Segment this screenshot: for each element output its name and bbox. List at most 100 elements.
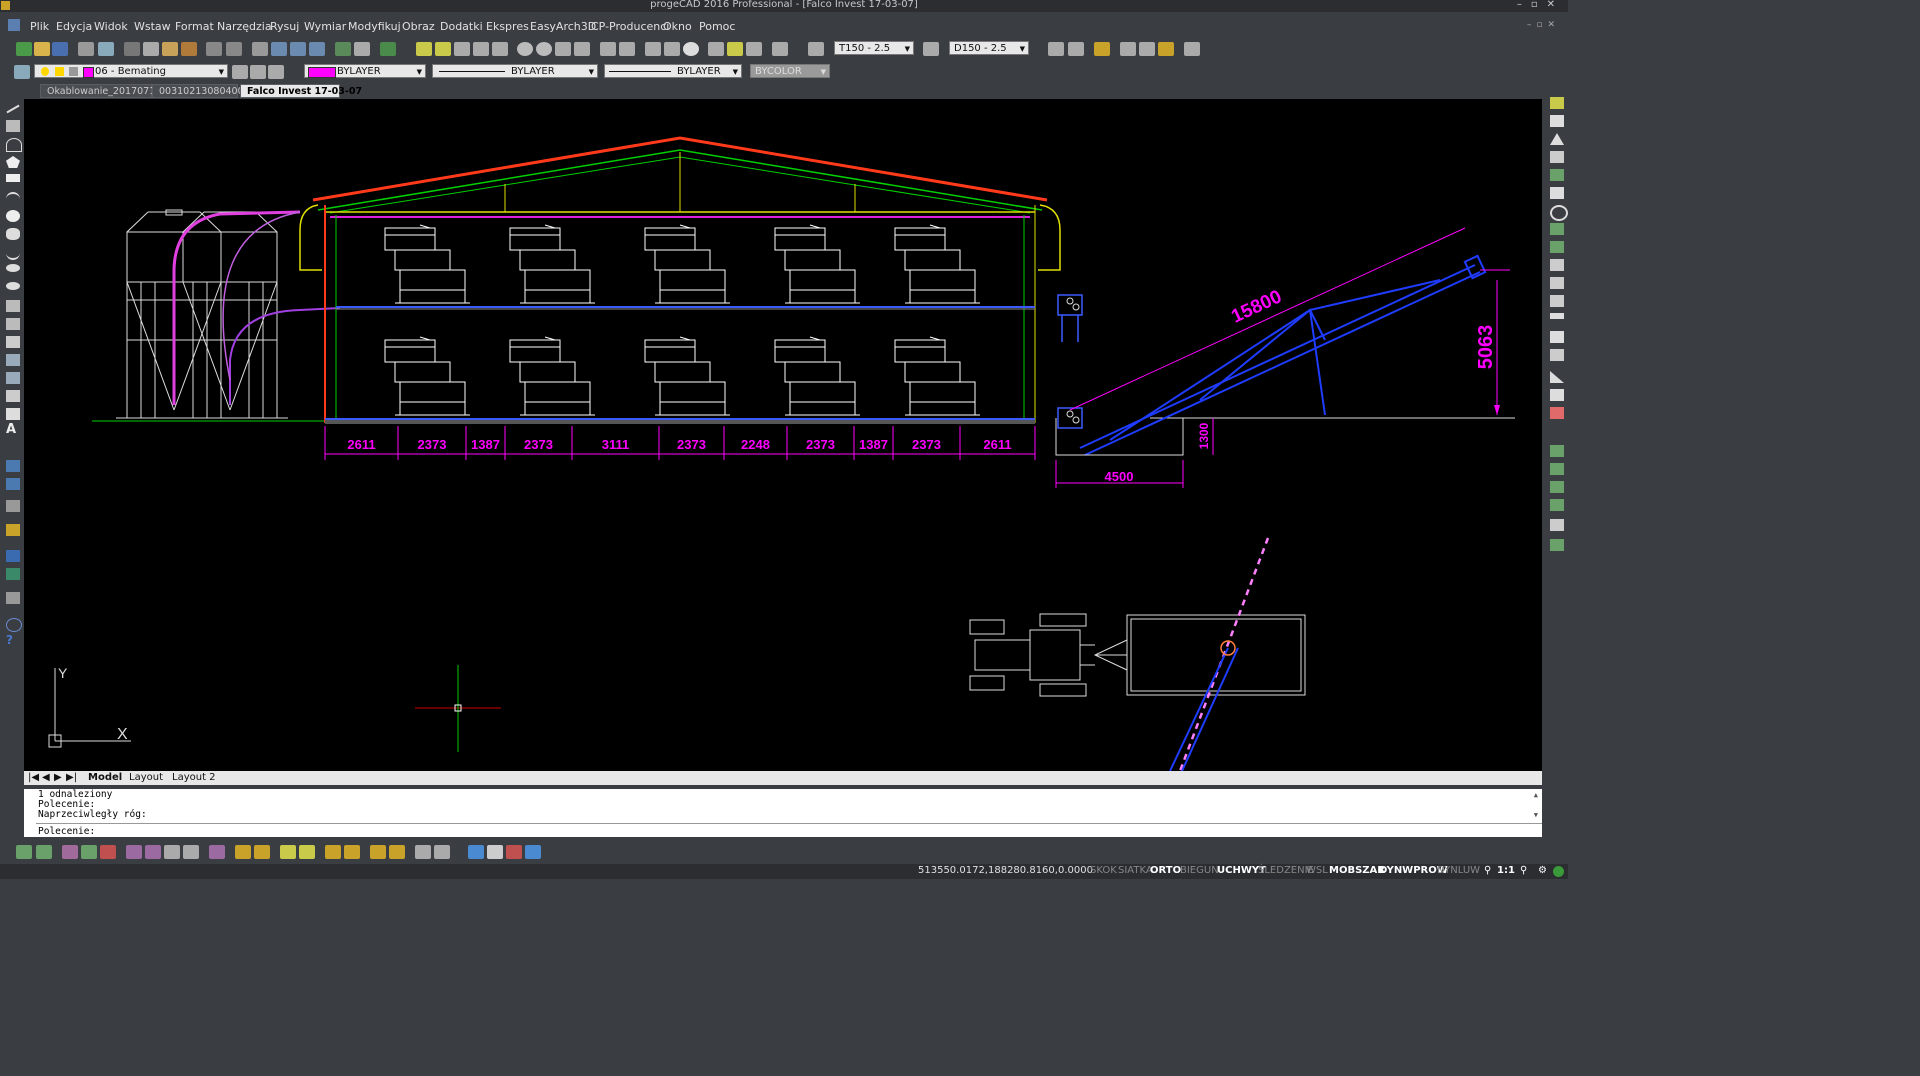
doc-tab-falco-invest[interactable]: Falco Invest 17-03-07 [240, 84, 362, 98]
menu-format[interactable]: Format [175, 20, 214, 33]
zoom-window-icon[interactable] [290, 42, 306, 56]
layer-tool-f-icon[interactable] [126, 845, 142, 859]
layer-properties-icon[interactable] [6, 460, 20, 472]
menu-plik[interactable]: Plik [30, 20, 49, 33]
arc-icon[interactable] [6, 138, 22, 152]
color-select[interactable]: BYLAYER ▼ [304, 64, 426, 78]
toggle-mobszar[interactable]: MOBSZAR [1329, 865, 1385, 876]
cut-icon[interactable] [124, 42, 140, 56]
hatch-icon[interactable] [6, 354, 20, 366]
dim-edit-icon[interactable] [708, 42, 724, 56]
polygon-icon[interactable] [6, 156, 20, 168]
toolpalette-icon[interactable] [6, 550, 20, 562]
layer-tool-b-icon[interactable] [36, 845, 52, 859]
scroll-up-icon[interactable]: ▲ [1534, 791, 1538, 799]
join-icon[interactable] [1550, 313, 1564, 319]
new-icon[interactable] [16, 42, 32, 56]
dim-jogged-icon[interactable] [574, 42, 590, 56]
dim-angular-icon[interactable] [536, 42, 552, 56]
layer-manager-icon[interactable] [14, 65, 30, 79]
tab-layout-2[interactable]: Layout 2 [172, 771, 216, 785]
ucs-icon[interactable] [6, 500, 20, 512]
tab-nav-last-icon[interactable]: ▶| [66, 771, 77, 785]
annotation-scale-icon[interactable]: ⚲ [1484, 865, 1491, 876]
mtext-icon[interactable]: A [6, 423, 20, 436]
layer-tool-q-icon[interactable] [370, 845, 386, 859]
layer-tool-p-icon[interactable] [344, 845, 360, 859]
chamfer-icon[interactable] [1550, 331, 1564, 343]
layer-tool-o-icon[interactable] [325, 845, 341, 859]
tab-model[interactable]: Model [88, 771, 122, 785]
pan-icon[interactable] [252, 42, 268, 56]
gradient-icon[interactable] [6, 372, 20, 384]
tab-nav-next-icon[interactable]: ▶ [54, 771, 62, 785]
zoom-realtime-icon[interactable] [271, 42, 287, 56]
layer-tool-h-icon[interactable] [164, 845, 180, 859]
table-icon[interactable] [6, 408, 20, 420]
dim-linear-icon[interactable] [435, 42, 451, 56]
erase-icon[interactable] [1550, 97, 1564, 109]
menu-wymiar[interactable]: Wymiar [304, 20, 346, 33]
paste-icon[interactable] [162, 42, 178, 56]
layer-states-icon[interactable] [268, 65, 284, 79]
break-icon[interactable] [1184, 42, 1200, 56]
dim-continue-icon[interactable] [619, 42, 635, 56]
help-question-icon[interactable]: ? [6, 634, 20, 646]
doc-tab-okablowanie[interactable]: Okablowanie_20170713 [40, 84, 161, 98]
layer-tool-g-icon[interactable] [145, 845, 161, 859]
dim-style-icon[interactable] [772, 42, 788, 56]
dim-radius-icon[interactable] [492, 42, 508, 56]
layer-tool-l-icon[interactable] [254, 845, 270, 859]
offset-icon[interactable] [1550, 151, 1564, 163]
dim-aligned-icon[interactable] [454, 42, 470, 56]
menu-wstaw[interactable]: Wstaw [134, 20, 171, 33]
redo-icon[interactable] [226, 42, 242, 56]
layer-iso-icon[interactable] [1550, 445, 1564, 457]
line-icon[interactable] [6, 104, 20, 114]
layer-tool-s-icon[interactable] [415, 845, 431, 859]
undo-icon[interactable] [206, 42, 222, 56]
linetype-select[interactable]: BYLAYER ▼ [432, 64, 598, 78]
dim-update-icon[interactable] [746, 42, 762, 56]
array-icon[interactable] [1550, 169, 1564, 181]
sun-icon[interactable] [55, 67, 64, 76]
ellipse-arc-icon[interactable] [6, 282, 20, 290]
menu-widok[interactable]: Widok [94, 20, 128, 33]
toggle-skok[interactable]: SKOK [1090, 865, 1117, 876]
annotation-visibility-icon[interactable]: ⚲ [1520, 865, 1527, 876]
menu-dodatki[interactable]: Dodatki [440, 20, 483, 33]
layer-previous-icon[interactable] [250, 65, 266, 79]
lineweight-select[interactable]: BYLAYER ▼ [604, 64, 742, 78]
menu-narzedzia[interactable]: Narzędzia [217, 20, 272, 33]
stretch-icon[interactable] [1550, 241, 1564, 253]
center-mark-icon[interactable] [683, 42, 699, 56]
arc-3pt-icon[interactable] [6, 192, 20, 206]
zoom-previous-icon[interactable] [309, 42, 325, 56]
lightbulb-icon[interactable] [41, 67, 49, 76]
print-icon[interactable] [78, 42, 94, 56]
sheet-set-icon[interactable] [6, 568, 20, 580]
layer-select[interactable]: 06 - Bemating ▼ [34, 64, 228, 78]
properties-icon[interactable] [335, 42, 351, 56]
layer-tool-i-icon[interactable] [183, 845, 199, 859]
layer-tool-e-icon[interactable] [100, 845, 116, 859]
dim-style-manager-icon[interactable] [923, 42, 939, 56]
layer-tool-d-icon[interactable] [81, 845, 97, 859]
dimstyle-select-1[interactable]: T150 - 2.5 ▼ [834, 41, 914, 55]
layer-freeze-icon[interactable] [1550, 481, 1564, 493]
raster-icon[interactable] [506, 845, 522, 859]
explode-block-icon[interactable] [1550, 407, 1564, 419]
polyline-icon[interactable] [6, 120, 20, 132]
rectangle-icon[interactable] [6, 174, 20, 182]
text-style-icon[interactable] [1158, 42, 1174, 56]
xref-icon[interactable] [1068, 42, 1084, 56]
menu-okno[interactable]: Okno [663, 20, 692, 33]
toggle-siatka[interactable]: SIATKA [1118, 865, 1153, 876]
revcloud-icon[interactable] [6, 228, 20, 240]
menu-modyfikuj[interactable]: Modyfikuj [348, 20, 401, 33]
layer-tool-n-icon[interactable] [299, 845, 315, 859]
layer-walk-icon[interactable] [1550, 539, 1564, 551]
toggle-dynluw[interactable]: DYNLUW [1437, 865, 1480, 876]
quick-dimension-icon[interactable] [416, 42, 432, 56]
find-text-icon[interactable] [1139, 42, 1155, 56]
